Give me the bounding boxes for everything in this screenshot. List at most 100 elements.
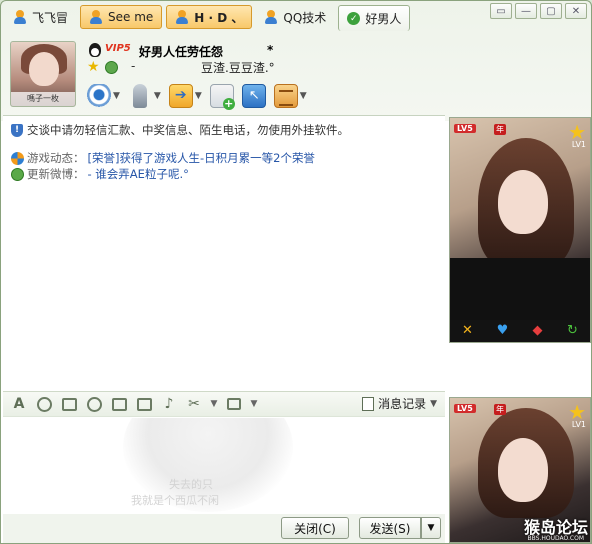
chevron-down-icon[interactable]: ▼ [113, 91, 120, 101]
microphone-icon [132, 84, 147, 108]
game-icon [11, 151, 24, 165]
scissors-icon[interactable]: ✂ [184, 394, 204, 414]
signature-text: 豆渣.豆豆渣.° [201, 61, 275, 75]
video-call-button[interactable]: ▼ [87, 84, 120, 108]
file-transfer-button[interactable]: ▼ [168, 84, 202, 108]
tab-qq-tech[interactable]: QQ技术 [256, 5, 334, 29]
shield-icon: ! [11, 123, 23, 137]
window-controls: ▭ — ▢ ✕ [490, 3, 587, 19]
show-actions: ✕ ♥ ◆ ↻ [450, 320, 590, 342]
weibo-feed: 更新微博： - 谁会弄AE粒子呢.° [11, 166, 189, 182]
send-options-button[interactable]: ▼ [421, 517, 441, 539]
shirt-icon[interactable]: ♥ [494, 323, 512, 339]
chat-bubble-icon[interactable] [105, 61, 118, 74]
tab-label: 飞飞冒 [32, 10, 69, 25]
portrait-face [498, 170, 548, 234]
magic-emoji-icon[interactable] [59, 394, 79, 414]
minimize-button[interactable]: — [515, 3, 537, 19]
shake-icon[interactable] [84, 394, 104, 414]
document-icon [362, 396, 375, 411]
tab-see-me[interactable]: See me [80, 5, 163, 29]
tab-label: 好男人 [365, 12, 402, 26]
message-log-button[interactable]: 消息记录 ▼ [362, 395, 437, 412]
game-feed-link[interactable]: [荣誉]获得了游戏人生-日积月累一等2个荣誉 [88, 150, 315, 166]
voice-call-button[interactable]: ▼ [128, 84, 161, 108]
action-bar: 关闭(C) 发送(S) ▼ [3, 514, 445, 543]
app-icon [273, 84, 298, 108]
music-icon[interactable]: ♪ [159, 394, 179, 414]
level-label: LV1 [571, 140, 586, 149]
chevron-down-icon: ▼ [430, 398, 437, 409]
close-window-button[interactable]: ✕ [565, 3, 587, 19]
contact-icon [264, 10, 278, 24]
tab-hd[interactable]: H · D 、 [166, 5, 253, 29]
group-chat-button[interactable] [209, 84, 235, 110]
star-icon[interactable]: ★ [87, 59, 100, 75]
vip-badge[interactable]: VIP5 [105, 43, 131, 54]
notice-text: 交谈中请勿轻信汇款、中奖信息、陌生电话，勿使用外挂软件。 [27, 123, 349, 137]
doodle-icon[interactable] [109, 394, 129, 414]
self-video-panel[interactable]: LV5 年 ★ LV1 猴岛论坛 BBS.HOUDAO.COM [449, 397, 591, 543]
font-icon[interactable]: A [9, 394, 29, 414]
year-badge: 年 [494, 124, 506, 135]
chevron-down-icon[interactable]: ▼ [195, 91, 202, 101]
game-feed-label: 游戏动态： [27, 151, 85, 165]
level-badge: LV5 [454, 404, 476, 413]
weibo-feed-label: 更新微博： [27, 167, 85, 181]
remote-assist-icon [241, 84, 266, 108]
weibo-icon [11, 167, 24, 181]
image-icon[interactable] [134, 394, 154, 414]
chevron-down-icon[interactable]: ▼ [300, 91, 307, 101]
chat-window: 飞飞冒 See me H · D 、 QQ技术 ✓ 好男人 ▭ — ▢ ✕ 嗎子… [0, 0, 592, 544]
contact-toolbar: ▼ ▼ ▼ ▼ [87, 81, 307, 111]
signature-prefix: - [131, 59, 136, 73]
weibo-feed-link[interactable]: - 谁会弄AE粒子呢.° [88, 166, 189, 182]
refresh-icon[interactable]: ↻ [564, 323, 582, 339]
gem-icon[interactable]: ◆ [529, 323, 547, 339]
message-input[interactable]: 失去的只 我就是个西瓜不闲 [3, 418, 445, 514]
skin-button[interactable]: ▭ [490, 3, 512, 19]
close-button[interactable]: 关闭(C) [281, 517, 349, 539]
background-text-2: 我就是个西瓜不闲 [131, 494, 219, 507]
group-chat-icon [209, 84, 235, 110]
game-feed: 游戏动态： [荣誉]获得了游戏人生-日积月累一等2个荣誉 [11, 150, 315, 166]
chevron-down-icon[interactable]: ▼ [209, 394, 219, 414]
avatar-face [29, 52, 59, 86]
remote-assist-button[interactable] [241, 84, 266, 108]
message-log-label: 消息记录 [378, 397, 427, 411]
contact-name-mark: * [267, 43, 274, 57]
chevron-down-icon[interactable]: ▼ [154, 91, 161, 101]
chevron-down-icon[interactable]: ▼ [249, 394, 259, 414]
x-icon[interactable]: ✕ [459, 323, 477, 339]
toolbox-icon[interactable] [224, 394, 244, 414]
contact-icon [13, 10, 27, 24]
apps-button[interactable]: ▼ [273, 84, 307, 108]
site-url: BBS.HOUDAO.COM [527, 535, 584, 542]
camera-icon [87, 84, 111, 108]
year-badge: 年 [494, 404, 506, 415]
send-button[interactable]: 发送(S) [359, 517, 421, 539]
contact-video-panel[interactable]: LV5 年 ★ LV1 ✕ ♥ ◆ ↻ [449, 117, 591, 343]
avatar[interactable]: 嗎子一枚 [10, 41, 76, 107]
emoji-icon[interactable] [34, 394, 54, 414]
level-badge: LV5 [454, 124, 476, 133]
avatar-caption: 嗎子一枚 [11, 92, 75, 106]
qq-penguin-icon [88, 43, 102, 57]
contact-name[interactable]: 好男人任劳任怨 [139, 43, 223, 60]
portrait-face [498, 438, 548, 502]
tab-feifeimao[interactable]: 飞飞冒 [5, 5, 76, 29]
level-label: LV1 [571, 420, 586, 429]
message-area[interactable]: ! 交谈中请勿轻信汇款、中奖信息、陌生电话，勿使用外挂软件。 游戏动态： [荣誉… [3, 115, 445, 387]
background-text-1: 失去的只 [169, 478, 213, 491]
tab-label: H · D 、 [194, 10, 244, 25]
input-toolbar: A ♪ ✂ ▼ ▼ 消息记录 ▼ [3, 391, 445, 417]
contact-icon [175, 10, 189, 24]
file-transfer-icon [168, 84, 193, 108]
tab-label: QQ技术 [283, 10, 327, 25]
conversation-tabs: 飞飞冒 See me H · D 、 QQ技术 ✓ 好男人 [5, 5, 411, 31]
maximize-button[interactable]: ▢ [540, 3, 562, 19]
online-check-icon: ✓ [347, 12, 361, 25]
security-notice: ! 交谈中请勿轻信汇款、中奖信息、陌生电话，勿使用外挂软件。 [11, 122, 349, 138]
tab-label: See me [108, 10, 154, 24]
tab-good-man[interactable]: ✓ 好男人 [338, 5, 411, 31]
